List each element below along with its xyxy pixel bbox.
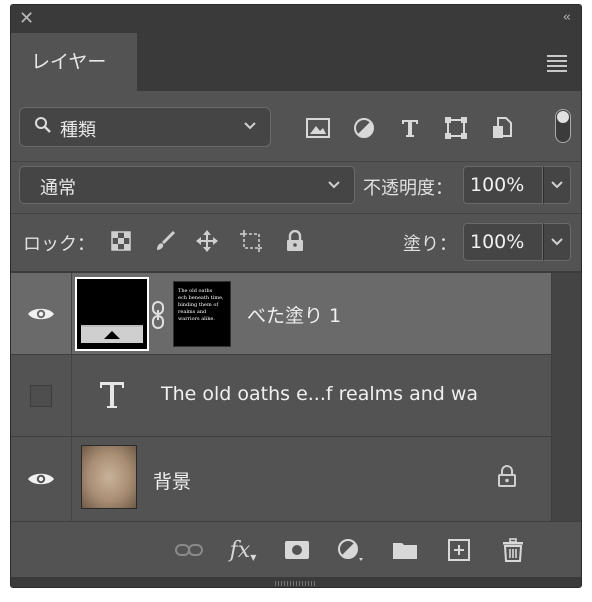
filter-row: 種類: [11, 91, 581, 161]
blend-row: 通常 不透明度： 100%: [11, 162, 581, 212]
image-filter-icon[interactable]: [305, 115, 331, 141]
opacity-label: 不透明度：: [363, 178, 453, 199]
eye-icon[interactable]: [27, 471, 55, 487]
lock-label: ロック：: [23, 234, 95, 255]
layers-panel: ✕ ‹‹ レイヤー 種類 通常 不透明度： 100% ロック： 塗り： 100%…: [10, 4, 582, 588]
lock-icon[interactable]: [497, 465, 517, 491]
chain-link-icon[interactable]: [151, 301, 165, 333]
layer-row-background[interactable]: 背景: [11, 437, 551, 521]
visibility-column: [11, 437, 72, 521]
tab-layers[interactable]: レイヤー: [11, 33, 137, 91]
link-layers-icon[interactable]: [175, 536, 203, 564]
layers-scrollbar[interactable]: [551, 273, 581, 521]
adjustment-filter-icon[interactable]: [351, 115, 377, 141]
chevron-down-icon: [326, 173, 342, 201]
opacity-input[interactable]: 100%: [463, 166, 543, 204]
background-layer-thumbnail[interactable]: [81, 445, 137, 509]
tab-bar: レイヤー: [11, 33, 581, 91]
panel-menu-icon[interactable]: [547, 55, 567, 75]
smart-object-filter-icon[interactable]: [489, 115, 515, 141]
delete-layer-icon[interactable]: [499, 536, 527, 564]
layer-name: べた塗り 1: [247, 305, 342, 327]
resize-grip[interactable]: [11, 577, 581, 587]
visibility-column: [11, 273, 72, 354]
collapse-panel-icon[interactable]: ‹‹: [563, 10, 572, 25]
lock-artboard-icon[interactable]: [239, 229, 263, 253]
panel-footer: fx ▼: [11, 521, 581, 577]
fx-label: fx: [229, 537, 251, 563]
new-layer-icon[interactable]: [445, 536, 473, 564]
layer-name: 背景: [153, 471, 192, 493]
blend-mode-value: 通常: [40, 178, 76, 199]
search-icon: [34, 116, 52, 139]
type-filter-icon[interactable]: [397, 115, 423, 141]
fill-dropdown-button[interactable]: [543, 223, 571, 261]
filter-toggle-switch[interactable]: [555, 109, 571, 143]
shape-filter-icon[interactable]: [443, 115, 469, 141]
lock-all-icon[interactable]: [283, 229, 307, 253]
fill-label: 塗り：: [403, 234, 457, 255]
new-group-icon[interactable]: [391, 536, 419, 564]
layers-list: The old oaths ech beneath time, binding …: [11, 273, 551, 521]
visibility-toggle[interactable]: [30, 384, 52, 407]
lock-position-icon[interactable]: [195, 229, 219, 253]
close-icon[interactable]: ✕: [19, 8, 34, 29]
visibility-column: [11, 355, 72, 436]
layer-row-fill[interactable]: The old oaths ech beneath time, binding …: [11, 273, 551, 355]
lock-transparent-pixels-icon[interactable]: [109, 229, 133, 253]
blend-mode-select[interactable]: 通常: [19, 166, 355, 204]
fx-icon[interactable]: fx ▼: [229, 536, 257, 564]
layer-mask-thumbnail[interactable]: The old oaths ech beneath time, binding …: [173, 281, 231, 347]
lock-image-pixels-icon[interactable]: [153, 229, 177, 253]
mask-text-preview: The old oaths ech beneath time, binding …: [178, 288, 224, 322]
layer-name: The old oaths e...f realms and wa: [161, 383, 479, 405]
lock-row: ロック： 塗り： 100%: [11, 215, 581, 269]
panel-titlebar: ✕ ‹‹: [11, 5, 581, 33]
add-mask-icon[interactable]: [283, 536, 311, 564]
opacity-dropdown-button[interactable]: [543, 166, 571, 204]
eye-icon[interactable]: [27, 306, 55, 322]
kind-filter-label: 種類: [60, 120, 96, 141]
fill-layer-thumbnail[interactable]: [75, 277, 149, 351]
chevron-down-icon: [242, 114, 258, 142]
layer-row-text[interactable]: The old oaths e...f realms and wa: [11, 355, 551, 437]
fill-input[interactable]: 100%: [463, 223, 543, 261]
type-layer-icon: [97, 379, 127, 415]
new-adjustment-layer-icon[interactable]: [337, 536, 365, 564]
kind-filter-select[interactable]: 種類: [19, 107, 271, 147]
